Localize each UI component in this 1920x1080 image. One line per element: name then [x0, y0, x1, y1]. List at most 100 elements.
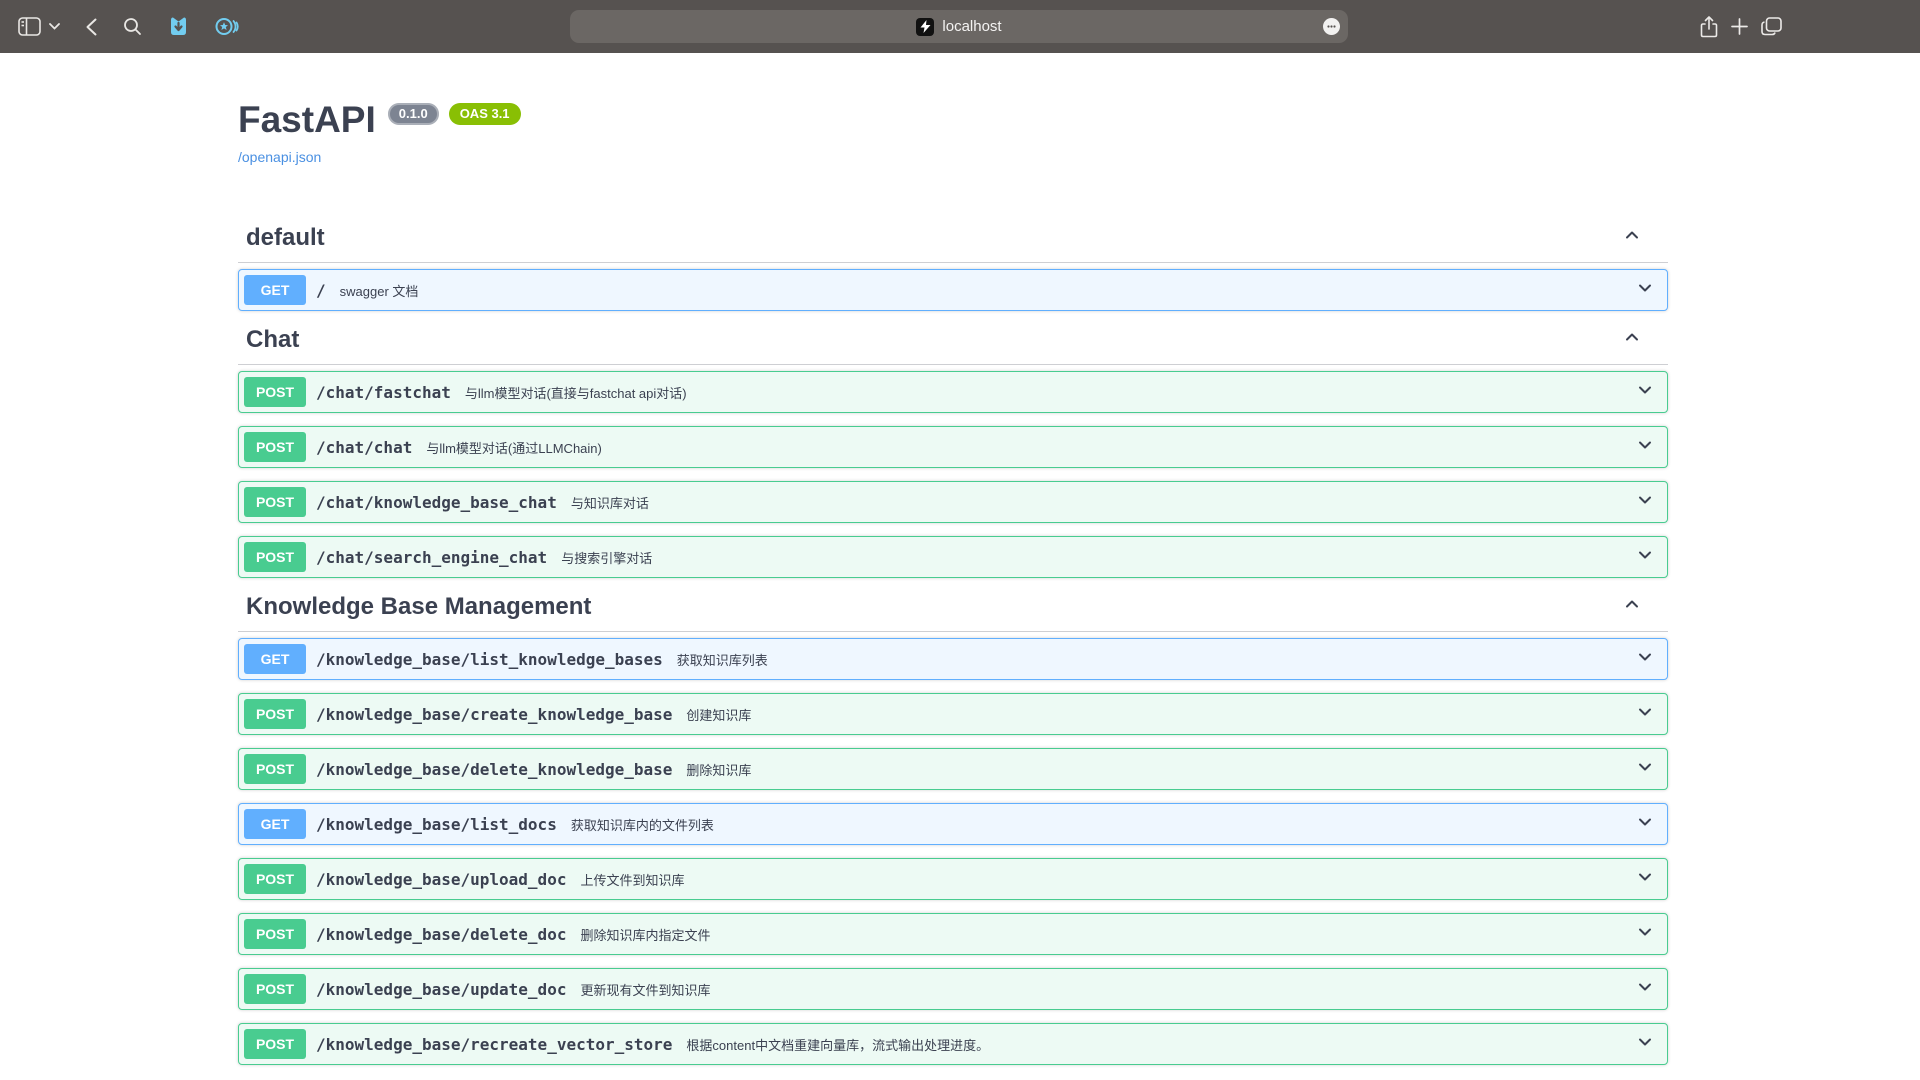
endpoint-row[interactable]: GET/knowledge_base/list_knowledge_bases获…	[238, 638, 1668, 680]
endpoint-row[interactable]: POST/chat/search_engine_chat 与搜索引擎对话	[238, 536, 1668, 578]
method-badge: GET	[244, 644, 306, 674]
tab-overview-icon[interactable]	[1761, 17, 1782, 36]
expand-chevron-down-icon[interactable]	[1635, 922, 1655, 947]
endpoint-path: /	[316, 281, 326, 300]
endpoint-path: /chat/knowledge_base_chat	[316, 493, 557, 512]
method-badge: POST	[244, 754, 306, 784]
endpoint-description: 获取知识库内的文件列表	[571, 815, 714, 834]
api-section: Chat POST/chat/fastchat 与llm模型对话(直接与fastch…	[238, 327, 1668, 578]
endpoint-row[interactable]: POST/chat/chat 与llm模型对话(通过LLMChain)	[238, 426, 1668, 468]
method-badge: POST	[244, 1029, 306, 1059]
endpoint-list: GET/knowledge_base/list_knowledge_bases 获…	[238, 638, 1668, 1065]
extension-circles-star-icon[interactable]	[215, 16, 240, 37]
expand-chevron-down-icon[interactable]	[1635, 647, 1655, 672]
expand-chevron-down-icon[interactable]	[1635, 545, 1655, 570]
endpoint-path: /knowledge_base/list_knowledge_bases	[316, 650, 663, 669]
endpoint-path: /knowledge_base/recreate_vector_store	[316, 1035, 672, 1054]
version-badge: 0.1.0	[388, 103, 439, 125]
endpoint-description: swagger 文档	[340, 281, 419, 300]
endpoint-list: POST/chat/fastchat 与llm模型对话(直接与fastchat a…	[238, 371, 1668, 578]
endpoint-path: /knowledge_base/create_knowledge_base	[316, 705, 672, 724]
endpoint-row[interactable]: POST/knowledge_base/recreate_vector_stor…	[238, 1023, 1668, 1065]
expand-chevron-down-icon[interactable]	[1635, 757, 1655, 782]
endpoint-description: 更新现有文件到知识库	[580, 980, 710, 999]
endpoint-path: /knowledge_base/update_doc	[316, 980, 566, 999]
expand-chevron-down-icon[interactable]	[1635, 867, 1655, 892]
method-badge: POST	[244, 432, 306, 462]
endpoint-row[interactable]: POST/knowledge_base/update_doc 更新现有文件到知识库	[238, 968, 1668, 1010]
endpoint-description: 与llm模型对话(通过LLMChain)	[426, 438, 602, 457]
method-badge: GET	[244, 809, 306, 839]
collapse-chevron-up-icon[interactable]	[1622, 327, 1642, 352]
expand-chevron-down-icon[interactable]	[1635, 702, 1655, 727]
expand-chevron-down-icon[interactable]	[1635, 1032, 1655, 1057]
endpoint-description: 与llm模型对话(直接与fastchat api对话)	[465, 383, 687, 402]
section-title: Chat	[246, 327, 299, 352]
endpoint-row[interactable]: POST/knowledge_base/delete_knowledge_bas…	[238, 748, 1668, 790]
method-badge: POST	[244, 542, 306, 572]
endpoint-path: /knowledge_base/delete_knowledge_base	[316, 760, 672, 779]
endpoint-row[interactable]: POST/knowledge_base/delete_doc 删除知识库内指定文件	[238, 913, 1668, 955]
section-header[interactable]: Chat	[238, 327, 1668, 365]
swagger-page: FastAPI 0.1.0 OAS 3.1 /openapi.json defa…	[0, 53, 1920, 1080]
method-badge: POST	[244, 487, 306, 517]
method-badge: POST	[244, 974, 306, 1004]
endpoint-description: 与知识库对话	[571, 493, 649, 512]
site-favicon-lightning-icon	[916, 18, 934, 36]
endpoint-row[interactable]: POST/chat/fastchat 与llm模型对话(直接与fastchat a…	[238, 371, 1668, 413]
collapse-chevron-up-icon[interactable]	[1622, 594, 1642, 619]
endpoint-row[interactable]: GET / swagger 文档	[238, 269, 1668, 311]
back-icon[interactable]	[86, 18, 97, 36]
expand-chevron-down-icon[interactable]	[1635, 812, 1655, 837]
endpoint-row[interactable]: GET/knowledge_base/list_docs 获取知识库内的文件列表	[238, 803, 1668, 845]
api-info: FastAPI 0.1.0 OAS 3.1 /openapi.json	[238, 53, 1668, 167]
expand-chevron-down-icon[interactable]	[1635, 380, 1655, 405]
method-badge: POST	[244, 699, 306, 729]
address-bar[interactable]: localhost	[570, 10, 1348, 43]
section-header[interactable]: default	[238, 225, 1668, 263]
method-badge: POST	[244, 864, 306, 894]
page-title: FastAPI	[238, 100, 376, 140]
new-tab-icon[interactable]	[1731, 18, 1748, 35]
expand-chevron-down-icon[interactable]	[1635, 977, 1655, 1002]
endpoint-description: 删除知识库内指定文件	[580, 925, 710, 944]
search-icon[interactable]	[123, 17, 142, 36]
endpoint-path: /chat/fastchat	[316, 383, 451, 402]
endpoint-row[interactable]: POST/chat/knowledge_base_chat 与知识库对话	[238, 481, 1668, 523]
endpoint-path: /knowledge_base/delete_doc	[316, 925, 566, 944]
method-badge: POST	[244, 919, 306, 949]
endpoint-description: 根据content中文档重建向量库，流式输出处理进度。	[686, 1035, 989, 1054]
section-header[interactable]: Knowledge Base Management	[238, 594, 1668, 632]
endpoint-path: /chat/chat	[316, 438, 412, 457]
endpoint-path: /chat/search_engine_chat	[316, 548, 547, 567]
endpoint-description: 创建知识库	[686, 705, 751, 724]
api-section: default GET / swagger 文档	[238, 225, 1668, 311]
endpoint-row[interactable]: POST/knowledge_base/create_knowledge_bas…	[238, 693, 1668, 735]
extension-shield-download-icon[interactable]	[168, 16, 189, 37]
endpoint-list: GET / swagger 文档	[238, 269, 1668, 311]
method-badge: POST	[244, 377, 306, 407]
section-title: Knowledge Base Management	[246, 594, 591, 619]
openapi-spec-link[interactable]: /openapi.json	[238, 149, 321, 165]
share-icon[interactable]	[1700, 16, 1718, 38]
api-section: Knowledge Base Management GET/knowledge_b…	[238, 594, 1668, 1065]
sidebar-toggle-icon[interactable]	[18, 17, 41, 36]
url-text: localhost	[942, 18, 1001, 35]
expand-chevron-down-icon[interactable]	[1635, 490, 1655, 515]
method-badge: GET	[244, 275, 306, 305]
endpoint-path: /knowledge_base/list_docs	[316, 815, 557, 834]
oas-badge: OAS 3.1	[449, 103, 521, 125]
expand-chevron-down-icon[interactable]	[1635, 278, 1655, 303]
collapse-chevron-up-icon[interactable]	[1622, 225, 1642, 250]
api-sections: default GET / swagger 文档 Chat POST/chat/fastc…	[238, 225, 1668, 1065]
section-title: default	[246, 225, 325, 250]
endpoint-description: 删除知识库	[686, 760, 751, 779]
endpoint-description: 与搜索引擎对话	[561, 548, 652, 567]
endpoint-description: 上传文件到知识库	[580, 870, 684, 889]
page-more-options-button[interactable]	[1323, 18, 1340, 35]
endpoint-row[interactable]: POST/knowledge_base/upload_doc 上传文件到知识库	[238, 858, 1668, 900]
sidebar-dropdown-chevron-icon[interactable]	[49, 23, 60, 30]
browser-toolbar: localhost	[0, 0, 1920, 53]
endpoint-path: /knowledge_base/upload_doc	[316, 870, 566, 889]
expand-chevron-down-icon[interactable]	[1635, 435, 1655, 460]
